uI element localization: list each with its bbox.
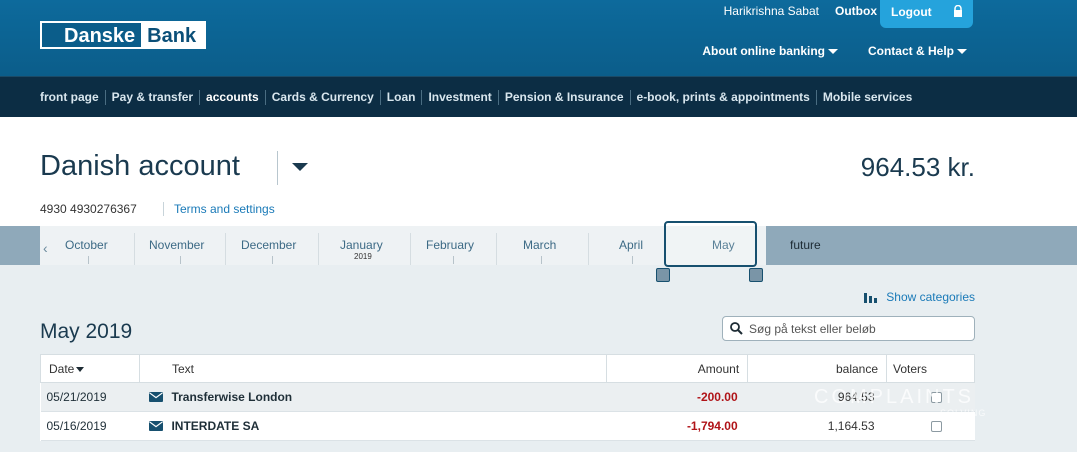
nav-pension-insurance[interactable]: Pension & Insurance bbox=[499, 90, 631, 105]
title-divider bbox=[277, 151, 278, 185]
row-date: 05/16/2019 bbox=[40, 411, 140, 441]
terms-settings-link[interactable]: Terms and settings bbox=[163, 202, 275, 216]
contact-label: Contact & Help bbox=[867, 44, 954, 58]
watermark-text: COMPLAINTS bbox=[814, 386, 975, 408]
table-row[interactable]: 05/16/2019 INTERDATE SA -1,794.00 1,164.… bbox=[40, 411, 975, 441]
nav-mobile-services[interactable]: Mobile services bbox=[817, 90, 918, 105]
nav-cards-currency[interactable]: Cards & Currency bbox=[266, 90, 381, 105]
row-amount: -1,794.00 bbox=[606, 411, 748, 441]
show-categories-link[interactable]: Show categories bbox=[864, 290, 975, 304]
top-links: Harikrishna Sabat Outbox bbox=[724, 4, 877, 18]
selection-handle-left[interactable] bbox=[656, 268, 670, 282]
timeline-tick bbox=[88, 256, 89, 264]
logout-button[interactable]: Logout bbox=[880, 0, 973, 28]
about-label: About online banking bbox=[702, 44, 825, 58]
column-header-voters[interactable]: Voters bbox=[886, 354, 975, 383]
month-february[interactable]: February bbox=[426, 238, 474, 252]
logo-part-1: Danske bbox=[42, 23, 142, 47]
month-april[interactable]: April bbox=[619, 238, 643, 252]
contact-help-menu[interactable]: Contact & Help bbox=[868, 44, 967, 58]
bar-chart-icon bbox=[864, 292, 878, 303]
nav-loan[interactable]: Loan bbox=[381, 90, 423, 105]
month-divider bbox=[225, 233, 226, 265]
month-december[interactable]: December bbox=[241, 238, 296, 252]
month-october[interactable]: October bbox=[65, 238, 108, 252]
header-bar: Danske Bank Harikrishna Sabat Outbox Log… bbox=[0, 0, 1077, 76]
row-balance: 1,164.53 bbox=[747, 411, 887, 441]
column-header-amount[interactable]: Amount bbox=[606, 354, 749, 383]
timeline-tick bbox=[541, 256, 542, 264]
year-label: 2019 bbox=[354, 252, 372, 261]
nav-ebook-prints[interactable]: e-book, prints & appointments bbox=[631, 90, 817, 105]
search-box[interactable] bbox=[722, 316, 975, 341]
row-text: Transferwise London bbox=[171, 390, 293, 404]
row-date: 05/21/2019 bbox=[40, 382, 140, 412]
main-nav: front page Pay & transfer accounts Cards… bbox=[0, 76, 1077, 117]
row-text-cell: Transferwise London bbox=[139, 382, 607, 412]
about-online-banking-menu[interactable]: About online banking bbox=[702, 44, 838, 58]
month-november[interactable]: November bbox=[149, 238, 204, 252]
row-amount: -200.00 bbox=[606, 382, 748, 412]
lock-icon bbox=[954, 5, 962, 17]
account-dropdown-icon[interactable] bbox=[292, 163, 308, 171]
timeline-tick bbox=[272, 256, 273, 264]
show-categories-label: Show categories bbox=[886, 290, 975, 304]
selection-handle-right[interactable] bbox=[749, 268, 763, 282]
month-january[interactable]: January bbox=[340, 238, 383, 252]
watermark-subtext: SOLVING bbox=[940, 408, 987, 418]
account-title: Danish account bbox=[40, 150, 240, 182]
timeline-tick bbox=[180, 256, 181, 264]
timeline-tick bbox=[632, 256, 633, 264]
search-input[interactable] bbox=[749, 320, 969, 338]
sub-links: About online banking Contact & Help bbox=[702, 44, 967, 58]
column-header-text[interactable]: Text bbox=[138, 354, 608, 383]
chevron-left-icon[interactable]: ‹ bbox=[43, 240, 48, 256]
column-header-balance[interactable]: balance bbox=[747, 354, 888, 383]
chevron-down-icon bbox=[957, 49, 967, 55]
danske-bank-logo[interactable]: Danske Bank bbox=[40, 21, 207, 49]
row-text: INTERDATE SA bbox=[171, 419, 260, 433]
row-text-cell: INTERDATE SA bbox=[139, 411, 607, 441]
envelope-icon[interactable] bbox=[149, 421, 164, 431]
period-title: May 2019 bbox=[40, 320, 133, 343]
date-header-label: Date bbox=[49, 361, 75, 376]
logo-part-2: Bank bbox=[141, 23, 205, 47]
month-divider bbox=[588, 233, 589, 265]
table-header-row: Date Text Amount balance Voters bbox=[40, 354, 975, 383]
account-balance: 964.53 kr. bbox=[860, 152, 975, 182]
month-divider bbox=[496, 233, 497, 265]
user-name: Harikrishna Sabat bbox=[723, 4, 819, 18]
search-icon bbox=[730, 322, 743, 335]
timeline-tick bbox=[453, 256, 454, 264]
month-march[interactable]: March bbox=[523, 238, 556, 252]
month-divider bbox=[318, 233, 319, 265]
column-header-date[interactable]: Date bbox=[40, 354, 140, 383]
month-divider bbox=[410, 233, 411, 265]
future-label[interactable]: future bbox=[790, 238, 821, 252]
nav-investment[interactable]: Investment bbox=[422, 90, 499, 105]
voter-checkbox[interactable] bbox=[930, 421, 942, 433]
chevron-down-icon bbox=[827, 49, 838, 55]
account-number: 4930 4930276367 bbox=[40, 202, 137, 216]
nav-front-page[interactable]: front page bbox=[34, 90, 106, 105]
outbox-link[interactable]: Outbox bbox=[835, 4, 877, 18]
envelope-icon[interactable] bbox=[149, 392, 164, 402]
nav-accounts[interactable]: accounts bbox=[200, 90, 266, 105]
month-selection-window[interactable] bbox=[664, 221, 757, 267]
sort-descending-icon bbox=[76, 366, 85, 372]
nav-pay-transfer[interactable]: Pay & transfer bbox=[106, 90, 201, 105]
month-divider bbox=[134, 233, 135, 265]
logout-label: Logout bbox=[891, 5, 932, 19]
